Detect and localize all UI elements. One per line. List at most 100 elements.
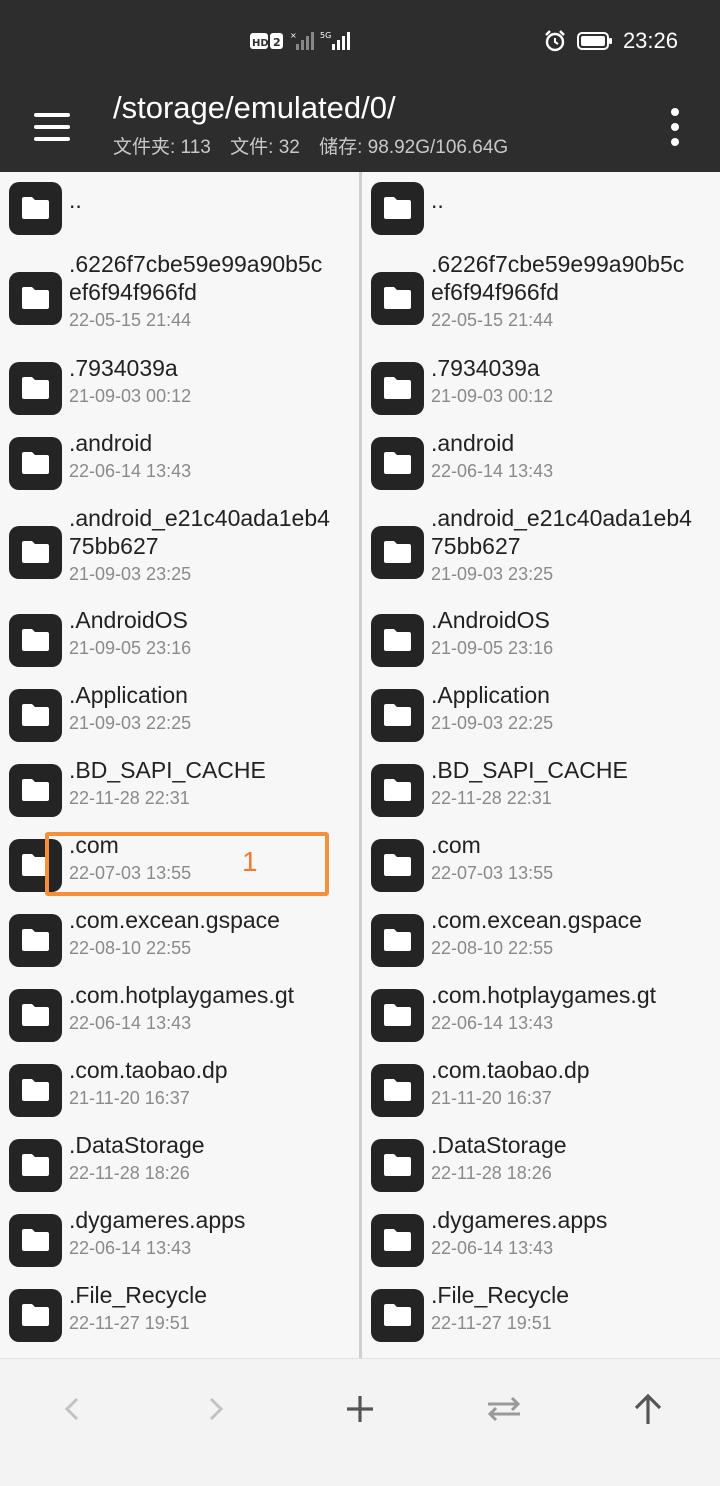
folder-row[interactable]: .Application 21-09-03 22:25 bbox=[0, 679, 359, 754]
modified-date: 22-11-27 19:51 bbox=[431, 1313, 552, 1333]
folder-row[interactable]: .com 22-07-03 13:55 bbox=[362, 829, 720, 904]
parent-directory-row[interactable]: .. bbox=[362, 172, 720, 247]
modified-date: 22-11-27 19:51 bbox=[69, 1313, 190, 1333]
folder-icon bbox=[9, 689, 62, 742]
folder-name: .android_e21c40ada1eb4 bbox=[431, 505, 692, 531]
folder-row[interactable]: .android_e21c40ada1eb4 75bb627 21-09-03 23… bbox=[0, 502, 359, 602]
forward-icon[interactable] bbox=[192, 1387, 240, 1431]
modified-date: 22-06-14 13:43 bbox=[431, 1238, 554, 1258]
svg-text:HD: HD bbox=[252, 38, 269, 49]
folder-row[interactable]: .BD_SAPI_CACHE 22-11-28 22:31 bbox=[0, 754, 359, 829]
folder-name: .Application bbox=[69, 682, 188, 708]
folder-name: .6226f7cbe59e99a90b5c bbox=[431, 251, 685, 277]
folder-name: .Application bbox=[431, 682, 550, 708]
folder-row[interactable]: .7934039a 21-09-03 00:12 bbox=[0, 352, 359, 427]
folder-row[interactable]: .AndroidOS 21-09-05 23:16 bbox=[362, 604, 720, 679]
folder-row[interactable]: .com.taobao.dp 21-11-20 16:37 bbox=[0, 1054, 359, 1129]
app-toolbar: /storage/emulated/0/ 文件夹: 113 文件: 32 储存:… bbox=[0, 84, 720, 172]
folder-name: .. bbox=[431, 187, 444, 213]
modified-date: 22-06-14 13:43 bbox=[431, 461, 554, 481]
folder-row[interactable]: .6226f7cbe59e99a90b5c ef6f94f966fd 22-05-1… bbox=[362, 248, 720, 348]
parent-directory-row[interactable]: .. bbox=[0, 172, 359, 247]
modified-date: 22-11-28 18:26 bbox=[431, 1163, 552, 1183]
folder-icon bbox=[371, 437, 424, 490]
folder-row[interactable]: .File_Recycle 22-11-27 19:51 bbox=[362, 1279, 720, 1354]
status-right: 23:26 bbox=[543, 28, 678, 54]
hd-icon: HD 2 bbox=[250, 33, 283, 49]
svg-text:5G: 5G bbox=[320, 31, 331, 40]
current-path: /storage/emulated/0/ bbox=[113, 90, 396, 125]
modified-date: 22-08-10 22:55 bbox=[69, 938, 192, 958]
modified-date: 21-09-05 23:16 bbox=[69, 638, 192, 658]
folder-name: .com bbox=[431, 832, 481, 858]
folder-name: .dygameres.apps bbox=[69, 1207, 246, 1233]
folder-row[interactable]: .com.taobao.dp 21-11-20 16:37 bbox=[362, 1054, 720, 1129]
folder-name: .File_Recycle bbox=[431, 1282, 570, 1308]
folder-row[interactable]: .android_e21c40ada1eb4 75bb627 21-09-03 23… bbox=[362, 502, 720, 602]
folder-row[interactable]: .com.hotplaygames.gt 22-06-14 13:43 bbox=[362, 979, 720, 1054]
modified-date: 21-09-05 23:16 bbox=[431, 638, 554, 658]
add-icon[interactable] bbox=[336, 1387, 384, 1431]
folder-name: .AndroidOS bbox=[431, 607, 550, 633]
status-bar: HD 2 × 5G 23:26 bbox=[0, 0, 720, 84]
folder-row[interactable]: .DataStorage 22-11-28 18:26 bbox=[362, 1129, 720, 1204]
folder-icon bbox=[371, 272, 424, 325]
folder-row[interactable]: .AndroidOS 21-09-05 23:16 bbox=[0, 604, 359, 679]
modified-date: 21-09-03 00:12 bbox=[431, 386, 554, 406]
bottom-action-bar bbox=[0, 1358, 720, 1486]
folder-row[interactable]: .7934039a 21-09-03 00:12 bbox=[362, 352, 720, 427]
folder-icon bbox=[371, 182, 424, 235]
modified-date: 22-06-14 13:43 bbox=[431, 1013, 554, 1033]
folder-icon bbox=[9, 1064, 62, 1117]
folder-icon bbox=[371, 839, 424, 892]
folder-name: .com.taobao.dp bbox=[431, 1057, 590, 1083]
file-count: 文件: 32 bbox=[230, 137, 300, 158]
folder-icon bbox=[371, 764, 424, 817]
highlight-label: 1 bbox=[242, 846, 258, 877]
folder-row[interactable]: .android 22-06-14 13:43 bbox=[362, 427, 720, 502]
folder-icon bbox=[9, 362, 62, 415]
svg-text:2: 2 bbox=[273, 36, 281, 49]
folder-row[interactable]: .6226f7cbe59e99a90b5c ef6f94f966fd 22-05-1… bbox=[0, 248, 359, 348]
folder-icon bbox=[371, 614, 424, 667]
folder-icon bbox=[9, 1289, 62, 1342]
folder-name: .7934039a bbox=[431, 355, 540, 381]
folder-icon bbox=[9, 614, 62, 667]
folder-row[interactable]: .com.hotplaygames.gt 22-06-14 13:43 bbox=[0, 979, 359, 1054]
clock: 23:26 bbox=[622, 28, 678, 53]
folder-icon bbox=[371, 1064, 424, 1117]
folder-row[interactable]: .BD_SAPI_CACHE 22-11-28 22:31 bbox=[362, 754, 720, 829]
folder-name: .dygameres.apps bbox=[431, 1207, 608, 1233]
modified-date: 21-09-03 00:12 bbox=[69, 386, 192, 406]
left-file-pane: .. .6226f7cbe59e99a90b5c ef6f94f966fd 22-05… bbox=[0, 172, 359, 1358]
menu-icon[interactable] bbox=[28, 104, 76, 152]
folder-name: .BD_SAPI_CACHE bbox=[69, 757, 266, 783]
swap-panes-icon[interactable] bbox=[480, 1387, 528, 1431]
modified-date: 22-05-15 21:44 bbox=[431, 310, 554, 330]
folder-row[interactable]: .DataStorage 22-11-28 18:26 bbox=[0, 1129, 359, 1204]
modified-date: 22-11-28 22:31 bbox=[431, 788, 552, 808]
network-indicators: HD 2 × 5G bbox=[250, 30, 352, 50]
folder-icon bbox=[371, 914, 424, 967]
folder-name: .DataStorage bbox=[431, 1132, 567, 1158]
right-file-pane: .. .6226f7cbe59e99a90b5c ef6f94f966fd 22-05… bbox=[362, 172, 720, 1358]
modified-date: 21-09-03 23:25 bbox=[431, 564, 554, 584]
folder-icon bbox=[9, 989, 62, 1042]
folder-row[interactable]: .dygameres.apps 22-06-14 13:43 bbox=[0, 1204, 359, 1279]
folder-name: .. bbox=[69, 187, 82, 213]
folder-row[interactable]: .com.excean.gspace 22-08-10 22:55 bbox=[362, 904, 720, 979]
folder-name-continued: ef6f94f966fd bbox=[69, 279, 197, 305]
modified-date: 22-07-03 13:55 bbox=[431, 863, 554, 883]
up-directory-icon[interactable] bbox=[624, 1387, 672, 1431]
folder-row[interactable]: .com.excean.gspace 22-08-10 22:55 bbox=[0, 904, 359, 979]
folder-row[interactable]: .File_Recycle 22-11-27 19:51 bbox=[0, 1279, 359, 1354]
folder-row[interactable]: .Application 21-09-03 22:25 bbox=[362, 679, 720, 754]
folder-icon bbox=[371, 1139, 424, 1192]
folder-row[interactable]: .dygameres.apps 22-06-14 13:43 bbox=[362, 1204, 720, 1279]
folder-name-continued: ef6f94f966fd bbox=[431, 279, 559, 305]
folder-row[interactable]: .android 22-06-14 13:43 bbox=[0, 427, 359, 502]
folder-name-continued: 75bb627 bbox=[431, 533, 521, 559]
back-icon[interactable] bbox=[48, 1387, 96, 1431]
more-options-icon[interactable] bbox=[660, 102, 690, 152]
folder-name: .com.excean.gspace bbox=[431, 907, 642, 933]
